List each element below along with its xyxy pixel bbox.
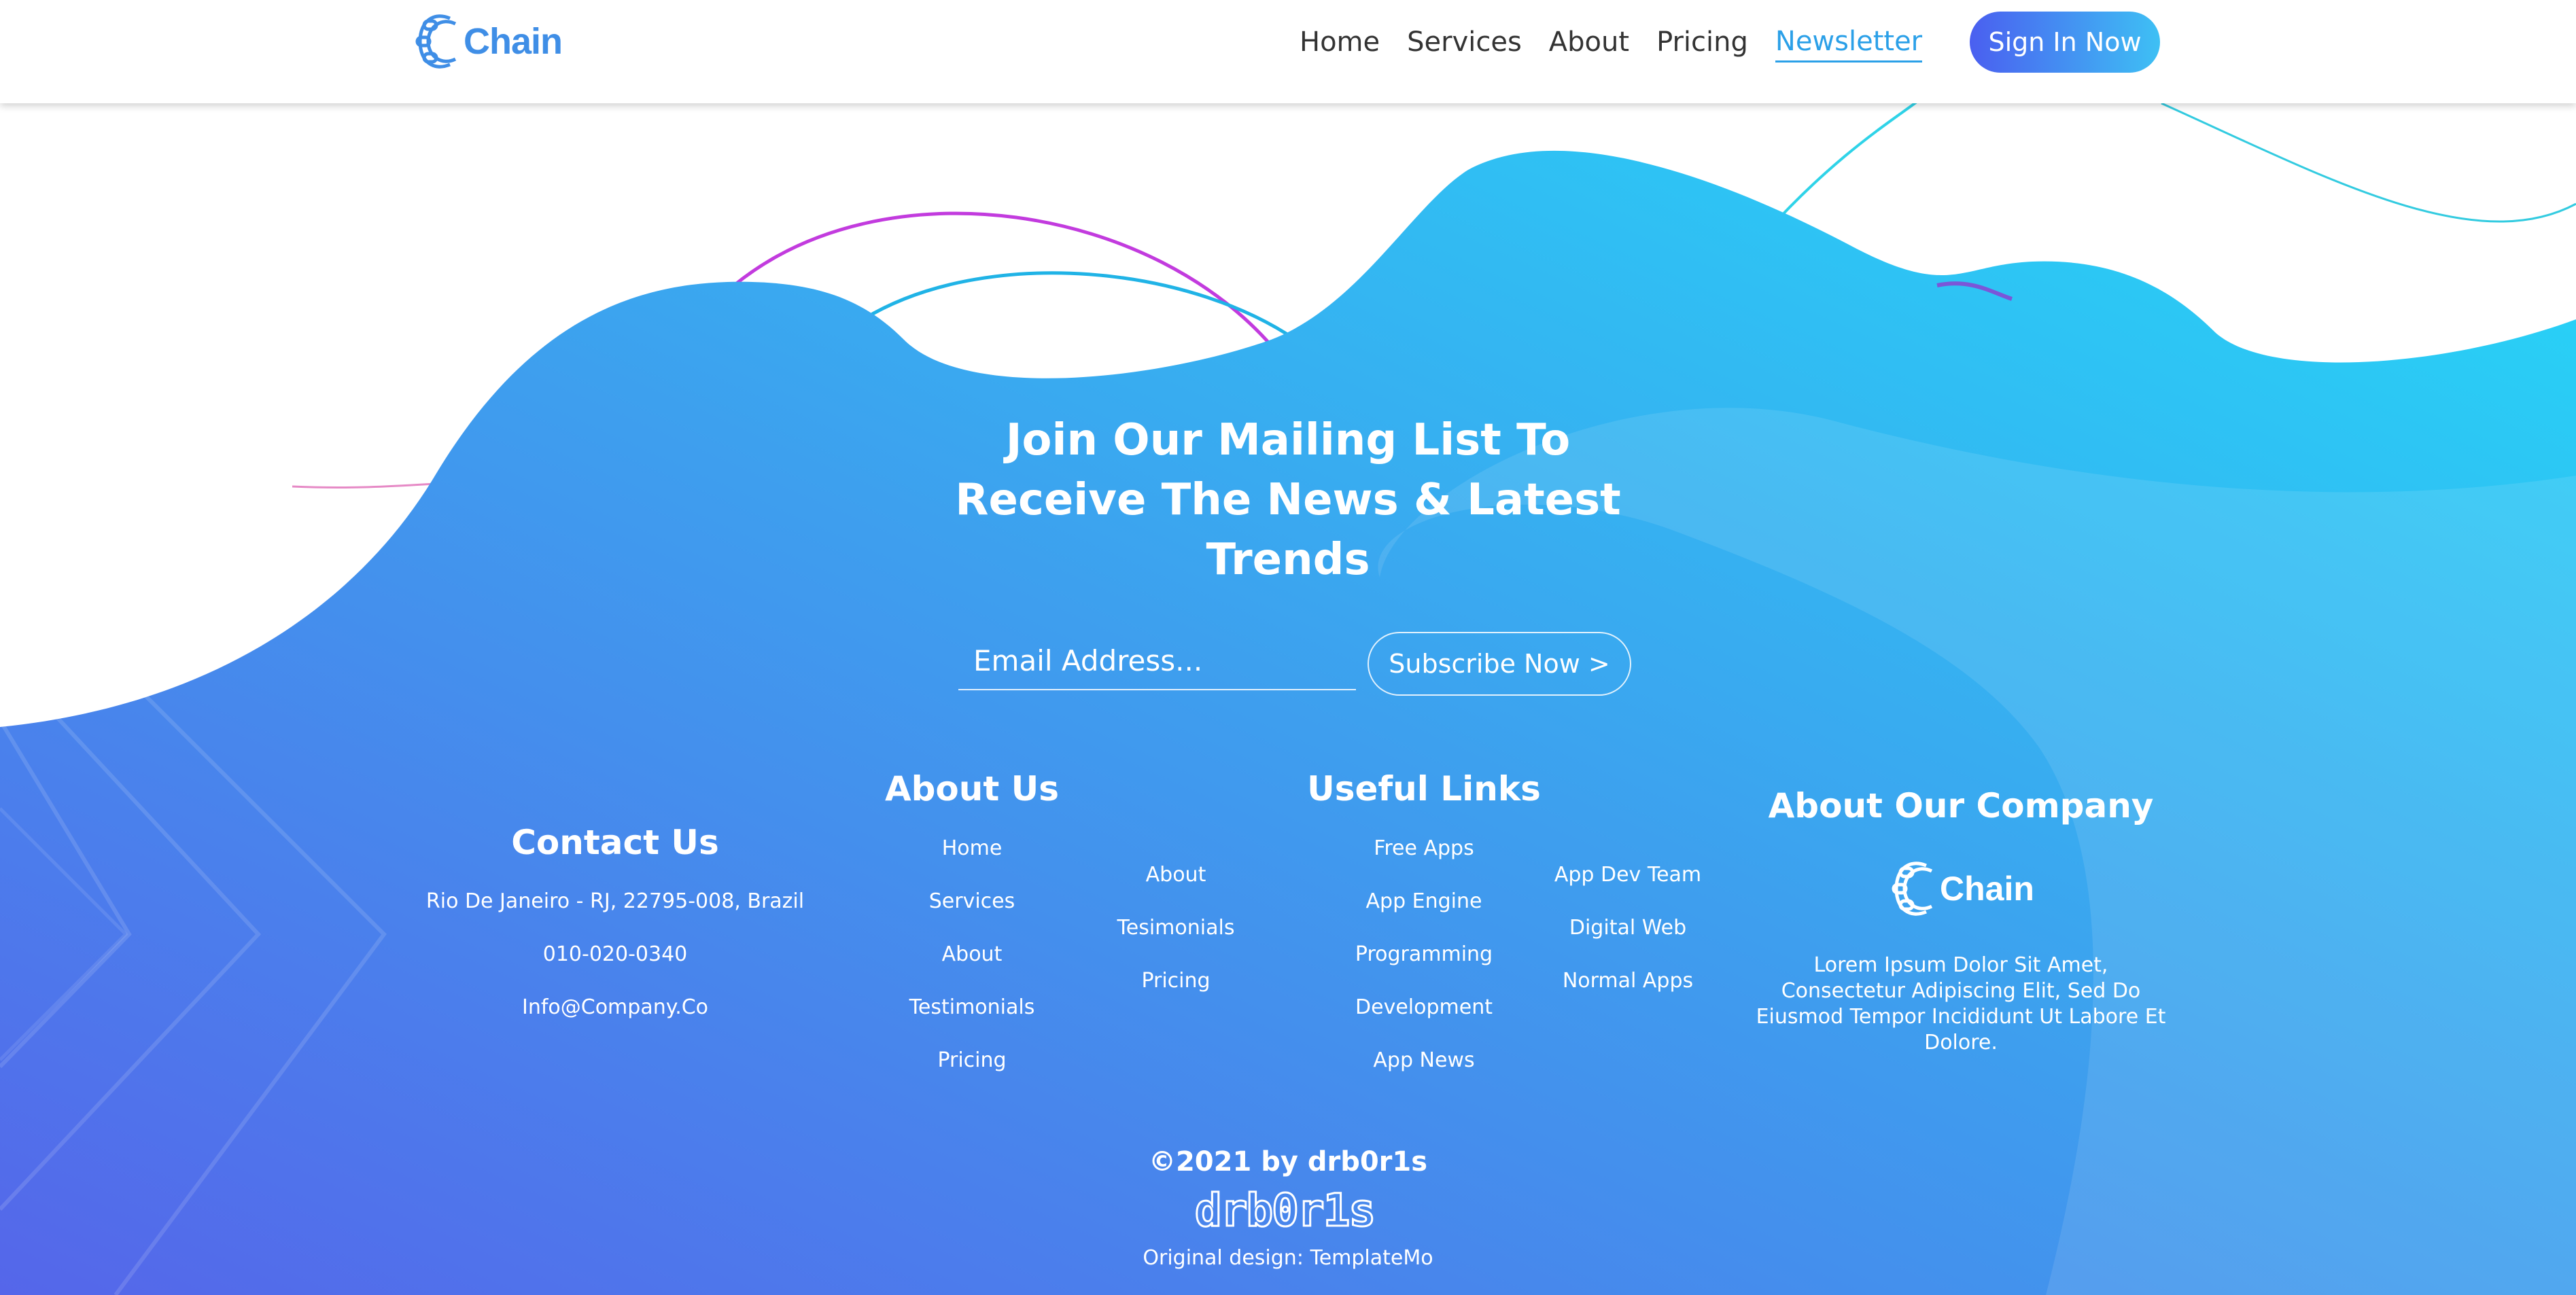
nav-newsletter[interactable]: Newsletter (1775, 22, 1923, 63)
nav-home[interactable]: Home (1300, 22, 1380, 63)
useful-link-development[interactable]: Development (1322, 993, 1526, 1023)
useful-link-digital-web[interactable]: Digital Web (1526, 913, 1730, 943)
about-link-pricing-2[interactable]: Pricing (1087, 966, 1264, 996)
about-link-services[interactable]: Services (884, 887, 1060, 917)
nav-services[interactable]: Services (1407, 22, 1522, 63)
top-navbar: Chain Home Services About Pricing Newsle… (0, 0, 2576, 103)
contact-phone[interactable]: 010-020-0340 (435, 940, 795, 970)
useful-link-free-apps[interactable]: Free Apps (1322, 834, 1526, 864)
decor-line-cyan (862, 271, 1306, 349)
decor-line-cyan-3 (2161, 102, 2576, 223)
about-link-about-2[interactable]: About (1087, 860, 1264, 890)
main-menu: Home Services About Pricing Newsletter (1300, 22, 1949, 63)
about-link-home[interactable]: Home (884, 834, 1060, 864)
useful-link-programming[interactable]: Programming (1322, 940, 1526, 970)
email-input[interactable]: Email Address... (958, 632, 1356, 690)
company-description: Lorem Ipsum Dolor Sit Amet, Consectetur … (1756, 953, 2166, 1054)
useful-links-title: Useful Links (1307, 769, 1541, 809)
brand-name: Chain (464, 21, 563, 62)
sign-in-button[interactable]: Sign In Now (1970, 12, 2160, 73)
about-link-pricing[interactable]: Pricing (884, 1046, 1060, 1076)
brand-logo[interactable]: Chain (413, 4, 563, 79)
about-link-about[interactable]: About (884, 940, 1060, 970)
chain-logo-icon (415, 14, 457, 69)
headline-line-3: Trends (1206, 535, 1370, 585)
design-credit[interactable]: Original design: TemplateMo (1050, 1243, 1526, 1273)
contact-email[interactable]: Info@Company.Co (435, 993, 795, 1023)
company-title: About Our Company (1768, 786, 2154, 826)
nav-about[interactable]: About (1549, 22, 1629, 63)
useful-link-app-engine[interactable]: App Engine (1322, 887, 1526, 917)
headline-line-1: Join Our Mailing List To (1005, 415, 1571, 465)
nav-pricing[interactable]: Pricing (1656, 22, 1748, 63)
signature-logo: drb0r1s (1194, 1184, 1376, 1238)
about-us-title: About Us (884, 769, 1060, 809)
footer-brand-name: Chain (1940, 870, 2034, 908)
decor-line-pink (292, 482, 436, 489)
useful-link-normal-apps[interactable]: Normal Apps (1526, 966, 1730, 996)
signature-text: drb0r1s (1195, 1184, 1374, 1237)
subscribe-button[interactable]: Subscribe Now > (1368, 632, 1631, 696)
headline-line-2: Receive The News & Latest (955, 475, 1621, 525)
copyright-text: ©2021 by drb0r1s (1148, 1146, 1428, 1177)
footer-brand-logo[interactable]: Chain (1890, 856, 2034, 921)
about-link-tesimonials[interactable]: Tesimonials (1087, 913, 1264, 943)
chain-logo-icon (1892, 862, 1933, 916)
decor-line-cyan-2 (1766, 101, 1918, 232)
contact-address: Rio De Janeiro - RJ, 22795-008, Brazil (425, 889, 805, 913)
contact-title: Contact Us (511, 823, 719, 862)
useful-link-app-news[interactable]: App News (1322, 1046, 1526, 1076)
useful-link-app-dev-team[interactable]: App Dev Team (1526, 860, 1730, 890)
newsletter-headline: Join Our Mailing List To Receive The New… (884, 410, 1692, 590)
about-link-testimonials[interactable]: Testimonials (884, 993, 1060, 1023)
